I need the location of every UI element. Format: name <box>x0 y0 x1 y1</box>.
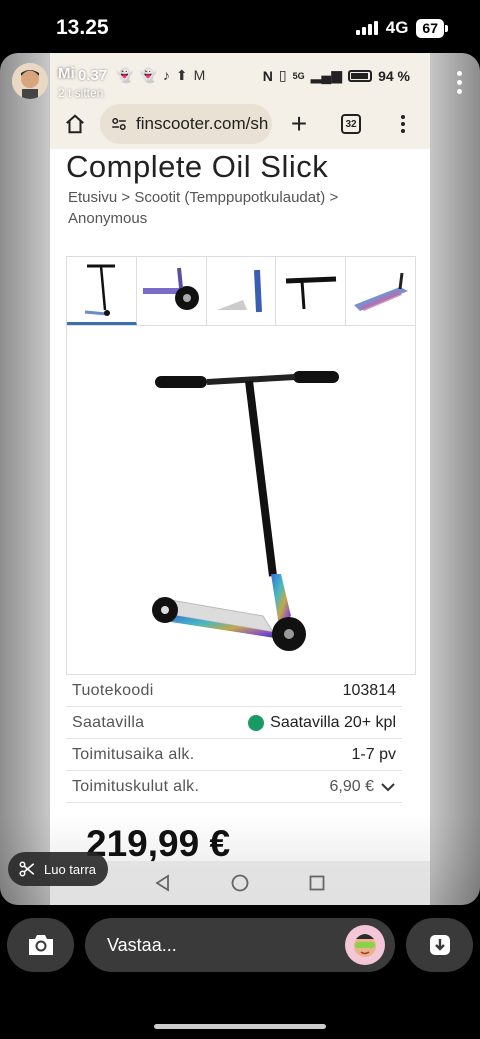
battery-indicator: 67 <box>416 18 448 38</box>
inner-signal-icon: ▂▄▆ <box>310 67 343 83</box>
story-username[interactable]: Mi <box>58 63 103 82</box>
story-more-button[interactable] <box>457 71 462 94</box>
page-title: Complete Oil Slick <box>66 149 329 184</box>
inner-status-icons: N ▯ 5G ▂▄▆ 94 % <box>263 67 410 84</box>
share-button[interactable] <box>406 918 473 972</box>
gmail-icon: M <box>193 67 206 83</box>
tabs-button[interactable]: 32 <box>326 114 376 134</box>
url-text: finscooter.com/sh <box>136 114 269 133</box>
nfc-icon: N <box>262 67 273 84</box>
notification-icons: 👻 👻 ♪ ⬆ M <box>116 67 205 84</box>
snapchat-icon: 👻 <box>116 67 134 83</box>
thumbnail-4[interactable] <box>276 257 347 325</box>
back-icon[interactable] <box>154 874 172 892</box>
chevron-down-icon[interactable] <box>380 781 396 793</box>
scooter-image <box>152 371 339 651</box>
signal-icon <box>355 21 378 35</box>
browser-toolbar: finscooter.com/sh + 32 <box>50 99 430 149</box>
site-settings-icon[interactable] <box>110 115 128 133</box>
recents-icon[interactable] <box>308 874 326 892</box>
tab-count: 32 <box>341 114 361 134</box>
status-icons: 4G 67 <box>355 18 448 38</box>
thumbnail-5[interactable] <box>346 257 415 325</box>
vibrate-icon: ▯ <box>278 67 287 83</box>
bitmoji-avatar-icon <box>12 63 48 99</box>
inner-battery-icon <box>348 69 373 82</box>
camera-icon <box>28 935 53 955</box>
snapchat-icon-2: 👻 <box>139 67 157 83</box>
breadcrumb-link-brand[interactable]: Anonymous <box>68 210 147 227</box>
inner-network-label: 5G <box>292 70 305 81</box>
deck-side-thumbnail <box>353 272 408 311</box>
upload-icon: ⬆ <box>175 67 188 83</box>
breadcrumb-link-home[interactable]: Etusivu <box>68 189 117 206</box>
row-label: Toimitusaika alk. <box>72 745 195 763</box>
table-row: Saatavilla Saatavilla 20+ kpl <box>66 707 402 739</box>
availability-text: Saatavilla 20+ kpl <box>270 713 396 731</box>
tiktok-icon: ♪ <box>162 67 170 83</box>
table-row: Tuotekoodi 103814 <box>66 675 402 707</box>
reply-input[interactable]: Vastaa... <box>85 918 395 972</box>
screen: 13.25 4G 67 0.37 👻 👻 ♪ ⬆ M N ▯ 5G ▂▄▆ 94… <box>0 0 480 1039</box>
product-code: 103814 <box>342 681 396 699</box>
address-bar[interactable]: finscooter.com/sh <box>100 104 272 144</box>
row-label: Toimituskulut alk. <box>72 777 200 795</box>
thumbnail-1[interactable] <box>67 257 137 325</box>
scooter-thumbnail <box>85 264 116 316</box>
bitmoji-face-icon <box>354 934 376 957</box>
reply-bar: Vastaa... <box>0 918 480 972</box>
create-sticker-button[interactable]: Luo tarra <box>8 852 108 886</box>
inner-battery-percent: 94 % <box>378 67 410 84</box>
row-label: Tuotekoodi <box>72 681 154 699</box>
availability-value: Saatavilla 20+ kpl <box>248 714 396 732</box>
shared-screenshot: 0.37 👻 👻 ♪ ⬆ M N ▯ 5G ▂▄▆ 94 % finscoote… <box>50 53 430 905</box>
camera-button[interactable] <box>7 918 74 972</box>
home-button[interactable] <box>50 113 100 135</box>
scissors-icon <box>19 861 35 877</box>
product-image[interactable] <box>66 326 416 675</box>
product-info-table: Tuotekoodi 103814 Saatavilla Saatavilla … <box>66 675 402 803</box>
handlebar-thumbnail <box>285 276 336 310</box>
story-header: Mi 2 t sitten <box>12 63 103 100</box>
inner-status-bar: 0.37 👻 👻 ♪ ⬆ M N ▯ 5G ▂▄▆ 94 % <box>50 53 430 99</box>
reply-placeholder: Vastaa... <box>107 934 177 955</box>
table-row: Toimitusaika alk. 1-7 pv <box>66 739 402 771</box>
shipping-cost-row[interactable]: Toimituskulut alk. 6,90 € <box>66 771 402 803</box>
home-icon <box>66 114 84 134</box>
status-bar: 13.25 4G 67 <box>0 0 480 56</box>
breadcrumb-separator: > <box>121 189 131 206</box>
row-label: Saatavilla <box>72 713 145 731</box>
shipping-cost-value: 6,90 € <box>330 778 396 796</box>
sticker-button-label: Luo tarra <box>44 861 97 877</box>
thumbnail-2[interactable] <box>137 257 207 325</box>
story-timestamp: 2 t sitten <box>58 86 104 100</box>
thumbnail-3[interactable] <box>207 257 277 325</box>
network-type: 4G <box>385 18 409 37</box>
breadcrumb: Etusivu > Scootit (Temppupotkulaudat) > … <box>68 187 398 229</box>
new-tab-button[interactable]: + <box>272 110 326 138</box>
breadcrumb-separator: > <box>329 189 339 206</box>
browser-menu-button[interactable] <box>376 115 430 133</box>
home-circle-icon[interactable] <box>230 873 250 893</box>
availability-status-icon <box>248 714 265 731</box>
thumbnail-gallery <box>66 256 416 326</box>
bitmoji-reaction-button[interactable] <box>345 925 385 965</box>
clock: 13.25 <box>56 16 109 39</box>
avatar[interactable] <box>12 63 48 99</box>
shipping-cost: 6,90 € <box>329 777 374 795</box>
home-indicator[interactable] <box>154 1024 326 1029</box>
product-price: 219,99 € <box>86 823 231 864</box>
delivery-time: 1-7 pv <box>351 745 396 763</box>
breadcrumb-link-category[interactable]: Scootit (Temppupotkulaudat) <box>134 189 325 206</box>
story-card[interactable]: 0.37 👻 👻 ♪ ⬆ M N ▯ 5G ▂▄▆ 94 % finscoote… <box>0 53 480 905</box>
share-down-icon <box>429 935 450 955</box>
deck-thumbnail <box>216 269 262 313</box>
wheel-thumbnail <box>143 267 200 310</box>
